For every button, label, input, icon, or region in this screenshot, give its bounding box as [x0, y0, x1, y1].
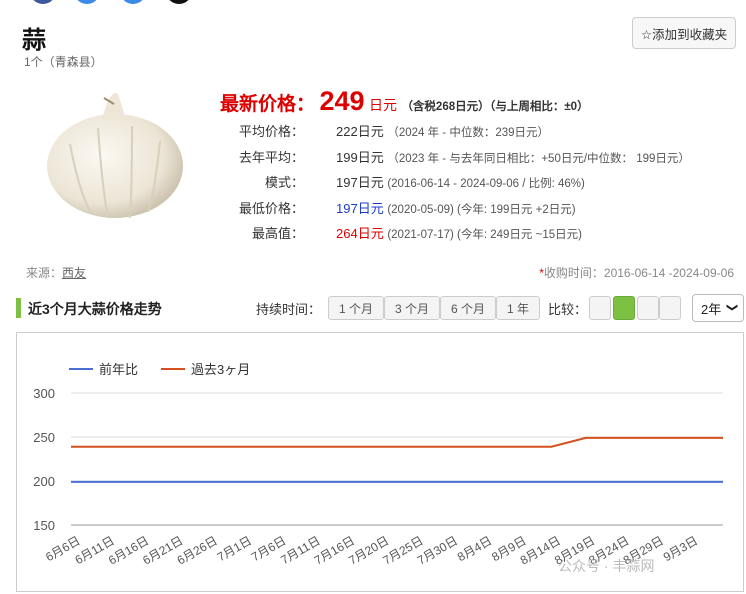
price-chart-svg: 1502002503006月6日6月11日6月16日6月21日6月26日7月1日… — [33, 362, 723, 568]
compare-toggle-1[interactable] — [589, 296, 611, 320]
add-favorite-button[interactable]: ☆添加到收藏夹 — [632, 17, 736, 49]
y-tick-label: 150 — [33, 518, 55, 533]
stat-value: 264日元 — [336, 226, 384, 241]
share-icon-1[interactable] — [30, 0, 56, 4]
year-select-value: 2年 — [701, 301, 722, 317]
stat-extra: (2020-05-09) (今年: 199日元 — [387, 204, 536, 216]
stat-value: 197日元 — [336, 201, 384, 216]
source-link[interactable]: 西友 — [62, 266, 86, 280]
stat-extra-diff: +2日元 — [535, 204, 572, 216]
stat-label: 最低价格： — [238, 201, 304, 216]
y-tick-label: 200 — [33, 474, 55, 489]
latest-price-unit: 日元 — [368, 97, 397, 113]
compare-toggle-2[interactable] — [613, 296, 635, 320]
compare-toggle-4[interactable] — [659, 296, 681, 320]
share-icon-2[interactable] — [74, 0, 100, 4]
year-select[interactable]: 2年 ❯ — [692, 294, 744, 322]
stat-value: 199日元 — [336, 150, 384, 165]
section-accent-bar — [16, 298, 21, 318]
stat-label: 去年平均： — [238, 150, 304, 165]
stat-extra: (2021-07-17) (今年: 249日元 — [387, 229, 536, 241]
series-line — [71, 436, 723, 448]
stat-label: 最高值： — [251, 226, 304, 241]
x-tick-label: 8月4日 — [455, 533, 494, 564]
legend-label: 過去3ヶ月 — [191, 362, 250, 377]
duration-label: 持续时间： — [256, 302, 322, 317]
duration-button-6m[interactable]: 6 个月 — [440, 296, 496, 320]
duration-button-1m[interactable]: 1 个月 — [328, 296, 384, 320]
stat-extra-diff: ~15日元 — [535, 229, 579, 241]
x-tick-label: 7月1日 — [215, 533, 254, 564]
share-icon-4[interactable] — [166, 0, 192, 4]
source-label: 来源： — [26, 266, 63, 280]
compare-toggle-3[interactable] — [637, 296, 659, 320]
latest-price: 最新价格： 249 日元 （含税268日元）（与上周相比：±0） — [220, 86, 589, 117]
price-chart: 150 200 250 300 6月6日 6月11日 6月16日 6月21日 6月26日 7月1日… — [16, 332, 744, 592]
watermark: 公众号 · 丰蒜网 — [558, 558, 655, 574]
stat-value: 222日元 — [336, 124, 384, 139]
duration-button-1y[interactable]: 1 年 — [496, 296, 540, 320]
latest-price-note: （含税268日元）（与上周相比：±0） — [401, 101, 589, 113]
compare-label: 比较： — [548, 302, 588, 317]
y-tick-label: 250 — [33, 430, 55, 445]
collection-period: *收购时间：2016-06-14 -2024-09-06 — [539, 264, 734, 281]
y-tick-label: 300 — [33, 386, 55, 401]
latest-price-value: 249 — [319, 86, 365, 116]
chevron-down-icon: ❯ — [725, 302, 738, 313]
legend-label: 前年比 — [99, 362, 138, 377]
source-info: 来源：西友 — [26, 264, 86, 281]
stat-extra: （2024 年 - 中位数：239日元） — [387, 127, 550, 139]
latest-price-label: 最新价格： — [220, 94, 316, 115]
duration-button-3m[interactable]: 3 个月 — [384, 296, 440, 320]
stat-extra-diff: +50日元 — [541, 153, 584, 165]
x-tick-label: 9月3日 — [661, 533, 700, 564]
garlic-image — [47, 93, 183, 219]
product-title: 蒜 — [22, 27, 46, 54]
product-subtitle: 1个（青森县） — [24, 55, 103, 69]
stat-extra: （2023 年 - 与去年同日相比： — [387, 153, 542, 165]
stat-value: 197日元 — [336, 175, 384, 190]
stat-label: 模式： — [264, 175, 304, 190]
stat-extra-tail: ) — [578, 229, 582, 241]
stat-extra: (2016-06-14 - 2024-09-06 / 比例: 46%) — [387, 178, 585, 190]
stat-label: 平均价格： — [238, 124, 304, 139]
stat-extra-tail: /中位数： 199日元） — [583, 153, 690, 165]
section-title: 近3个月大蒜价格走势 — [28, 301, 162, 317]
share-icon-3[interactable] — [120, 0, 146, 4]
stat-extra-tail: ) — [571, 204, 576, 216]
period-text: 收购时间：2016-06-14 -2024-09-06 — [543, 266, 734, 280]
